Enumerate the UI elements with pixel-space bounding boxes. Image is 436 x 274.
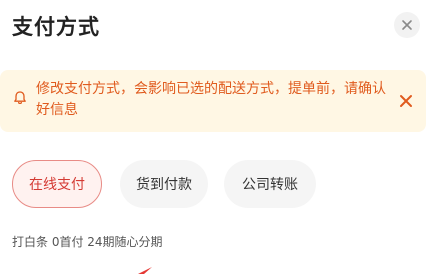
arrow-icon — [138, 267, 152, 274]
close-icon — [402, 20, 412, 30]
payment-option-cod[interactable]: 货到付款 — [120, 160, 208, 208]
bell-icon — [14, 91, 26, 104]
notice-text: 修改支付方式，会影响已选的配送方式，提单前，请确认好信息 — [36, 81, 386, 118]
installment-text: 打白条 0首付 24期随心分期 — [12, 235, 163, 249]
close-button[interactable] — [394, 12, 420, 38]
close-icon[interactable] — [398, 93, 414, 109]
notice-banner: 修改支付方式，会影响已选的配送方式，提单前，请确认好信息 — [0, 70, 426, 132]
page-title: 支付方式 — [12, 15, 100, 39]
payment-option-online[interactable]: 在线支付 — [12, 160, 102, 208]
payment-option-transfer[interactable]: 公司转账 — [224, 160, 316, 208]
